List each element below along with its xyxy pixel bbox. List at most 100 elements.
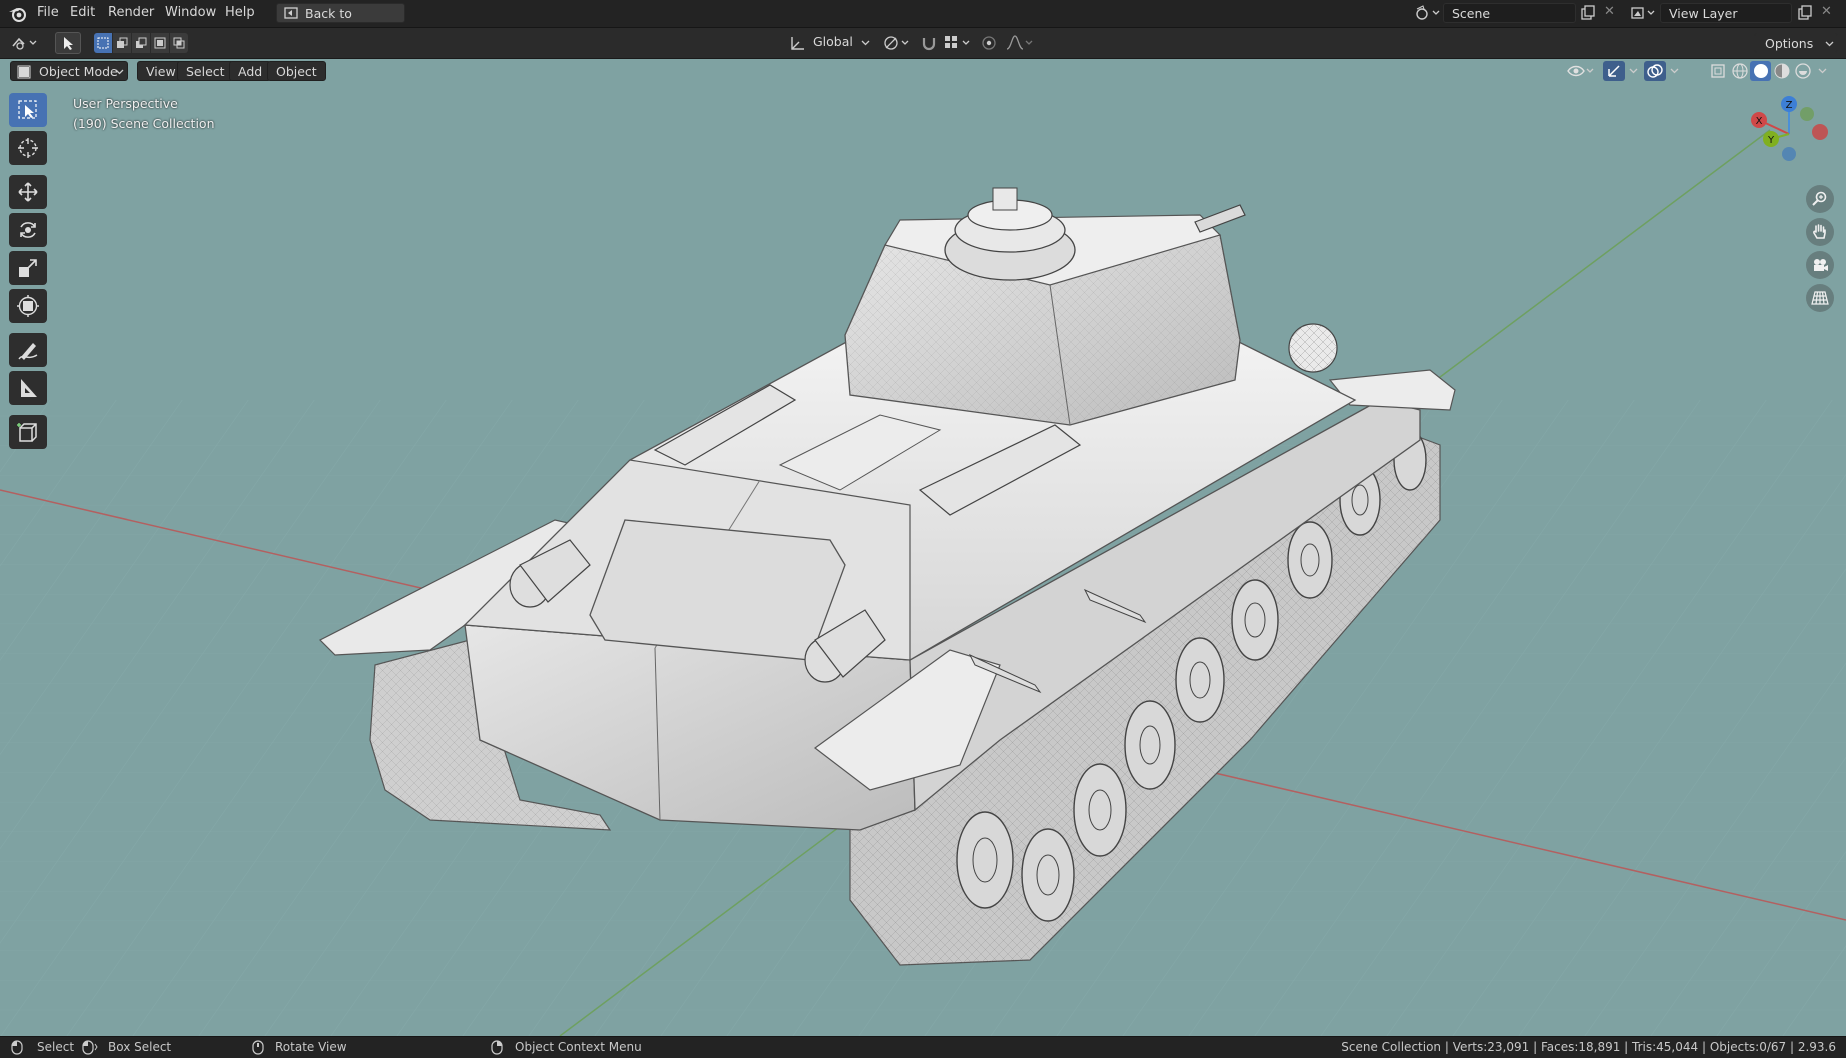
gizmo-toggle-button[interactable] [1603,61,1625,81]
top-menu-bar: File Edit Render Window Help Back to Pre… [0,0,1846,41]
orientation-value[interactable]: Global [813,34,853,49]
tool-transform[interactable] [9,289,47,323]
camera-icon [1814,259,1828,271]
falloff-icon[interactable] [1005,34,1035,52]
shading-dropdown-icon[interactable] [1818,68,1827,74]
status-select-hint: Select [37,1040,75,1054]
gizmo-dropdown-icon[interactable] [1629,68,1638,74]
orientation-dropdown-icon[interactable] [861,40,870,46]
view-collection-label: (190) Scene Collection [73,116,215,131]
transform-icon [17,295,39,317]
menu-help[interactable]: Help [225,5,255,20]
status-context-menu-hint: Object Context Menu [515,1040,642,1054]
navigation-gizmo[interactable]: Z X Y [1740,94,1830,174]
tool-measure[interactable] [9,371,47,405]
gizmo-neg-x[interactable] [1812,124,1828,140]
gizmo-neg-y[interactable] [1800,107,1814,121]
scene-statistics: Scene Collection | Verts:23,091 | Faces:… [1341,1040,1836,1054]
menu-window[interactable]: Window [165,5,216,20]
tool-cursor[interactable] [9,131,47,165]
mouse-drag-icon [82,1040,98,1055]
tool-settings-header: Global Options [0,28,1846,59]
3d-viewport[interactable]: User Perspective (190) Scene Collection … [0,59,1846,1036]
scene-name-field[interactable]: Scene [1443,3,1576,23]
proportional-editing-icon[interactable] [980,34,998,52]
status-box-select-hint: Box Select [108,1040,172,1054]
options-dropdown[interactable]: Options [1754,33,1838,53]
zoom-view-button[interactable] [1806,185,1834,213]
move-icon [18,182,38,202]
rotate-icon [20,222,36,238]
xray-toggle-icon[interactable] [1709,62,1727,80]
object-mode-dropdown[interactable]: Object Mode [10,61,128,81]
add-menu[interactable]: Add [229,61,272,81]
grid-icon [1811,291,1829,305]
tool-annotate[interactable] [9,333,47,367]
select-mode-subtract[interactable] [132,33,150,53]
editor-type-icon[interactable] [10,34,40,52]
object-mode-label: Object Mode [39,64,118,79]
rendered-shading-icon[interactable] [1794,62,1812,80]
blender-logo-icon[interactable] [8,4,28,23]
wireframe-shading-icon[interactable] [1731,62,1749,80]
tool-rotate[interactable] [9,213,47,247]
viewport-canvas[interactable] [0,59,1846,1036]
select-new-icon [97,37,109,49]
tool-scale[interactable] [9,251,47,285]
new-scene-icon[interactable] [1580,5,1596,21]
zoom-icon [1812,191,1827,206]
object-menu[interactable]: Object [267,61,326,81]
tool-select-box[interactable] [9,93,47,127]
menu-edit[interactable]: Edit [70,5,95,20]
screen-back-icon [284,7,298,19]
active-tool-button[interactable] [55,32,81,54]
back-to-previous-button[interactable]: Back to Previous [276,3,405,41]
visibility-eye-icon[interactable] [1566,62,1596,80]
options-chevron-icon [1825,41,1834,47]
select-menu[interactable]: Select [177,61,234,81]
view-layer-icon[interactable] [1630,5,1658,21]
object-mode-icon [17,65,31,79]
annotate-icon [18,343,38,360]
new-view-layer-icon[interactable] [1797,5,1813,21]
viewport-shading-controls [1563,61,1833,81]
gizmo-neg-z[interactable] [1782,147,1796,161]
select-mode-invert[interactable] [151,33,169,53]
snap-target-icon[interactable] [943,34,973,52]
tool-add-cube[interactable] [9,415,47,449]
solid-shading-icon [1754,64,1768,78]
select-invert-icon [154,37,166,49]
mouse-left-icon [11,1040,23,1055]
select-subtract-icon [136,37,147,48]
cursor-icon [18,138,38,158]
material-preview-icon[interactable] [1773,62,1791,80]
status-bar: Select Box Select Rotate View Object Con… [0,1036,1846,1058]
rear-access-hatch [589,519,846,661]
scene-name: Scene [1452,6,1491,21]
pivot-point-icon[interactable] [882,34,912,52]
delete-scene-icon[interactable]: ✕ [1604,4,1615,19]
orientation-icon[interactable] [790,35,806,51]
select-mode-extend[interactable] [113,33,131,53]
gizmo-y-label: Y [1767,135,1775,146]
scene-icon[interactable] [1415,5,1441,21]
select-intersect-icon [173,37,185,49]
select-mode-new[interactable] [94,33,112,53]
orthographic-toggle-button[interactable] [1806,284,1834,312]
overlays-toggle-button[interactable] [1644,61,1666,81]
gizmo-icon [1608,65,1620,77]
menu-render[interactable]: Render [108,5,154,20]
tool-move[interactable] [9,175,47,209]
view-layer-field[interactable]: View Layer [1660,3,1792,23]
pan-view-button[interactable] [1806,218,1834,246]
overlays-dropdown-icon[interactable] [1670,68,1679,74]
select-mode-intersect[interactable] [170,33,188,53]
scale-icon [19,259,37,277]
select-box-icon [18,100,37,119]
delete-view-layer-icon[interactable]: ✕ [1821,4,1832,19]
menu-file[interactable]: File [37,5,59,20]
view-layer-name: View Layer [1669,6,1738,21]
solid-shading-button[interactable] [1750,61,1771,81]
camera-view-button[interactable] [1806,251,1834,279]
snap-icon[interactable] [920,34,938,52]
